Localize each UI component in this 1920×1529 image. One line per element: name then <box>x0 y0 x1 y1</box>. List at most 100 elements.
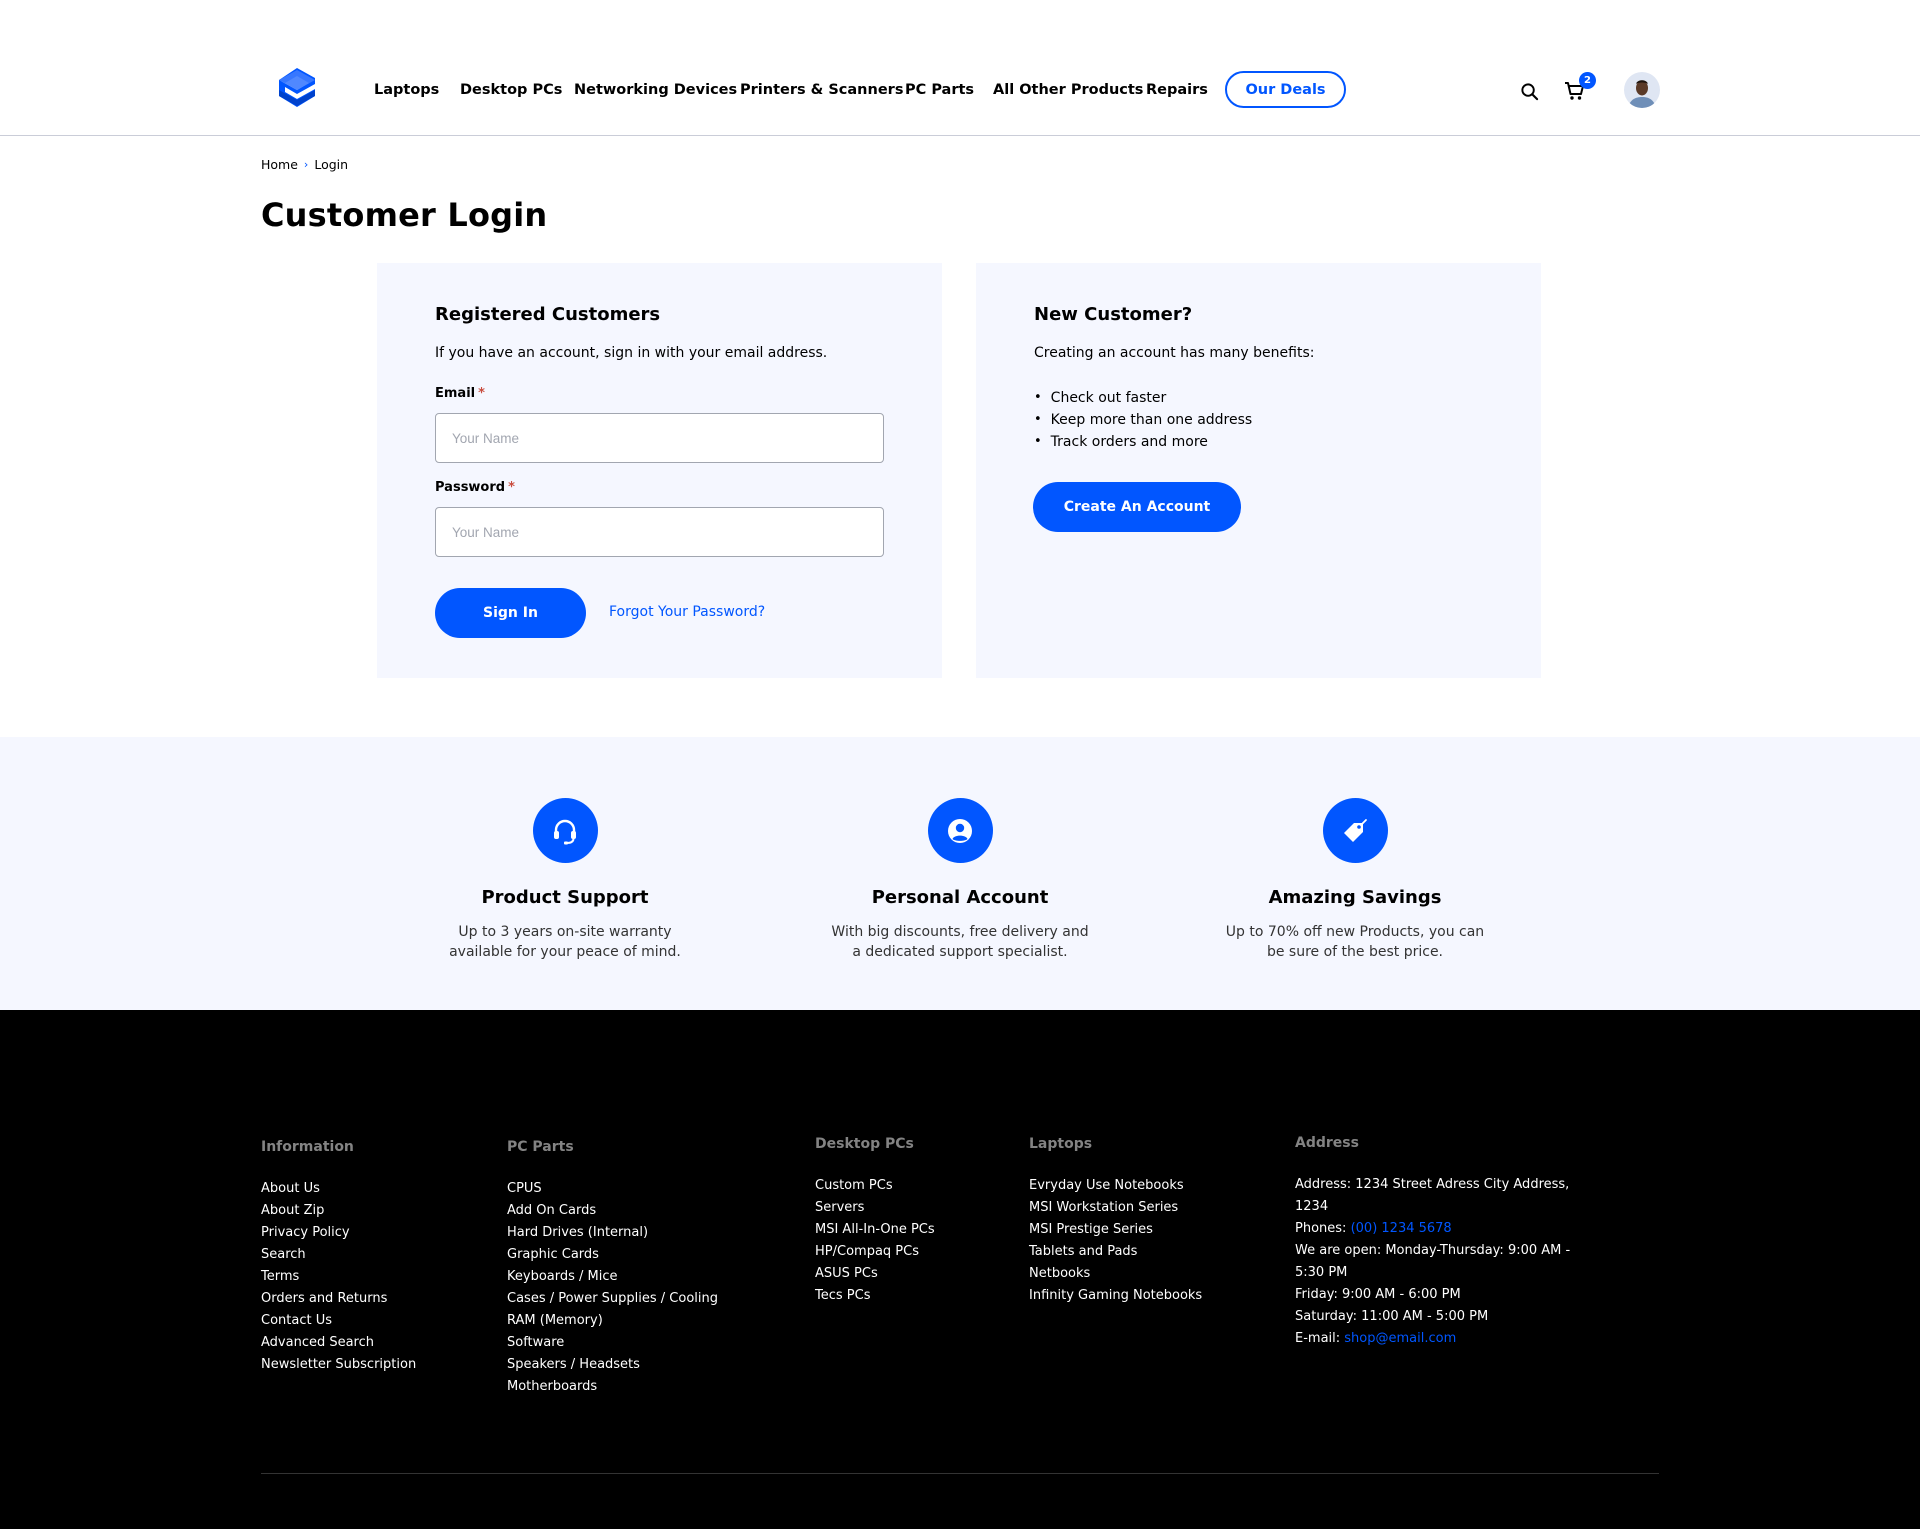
nav-all-other-products[interactable]: All Other Products <box>993 82 1143 98</box>
footer-link[interactable]: Terms <box>261 1266 416 1288</box>
footer-heading: Desktop PCs <box>815 1136 914 1152</box>
required-mark: * <box>478 386 485 401</box>
footer-pc-parts-links: CPUS Add On Cards Hard Drives (Internal)… <box>507 1178 718 1398</box>
list-item: Track orders and more <box>1034 431 1252 453</box>
footer-information-column: Information About Us About Zip Privacy P… <box>261 1139 416 1376</box>
footer-link[interactable]: Contact Us <box>261 1310 416 1332</box>
feature-description-line: Up to 3 years on-site warranty <box>458 924 672 940</box>
footer-heading: PC Parts <box>507 1139 574 1155</box>
cart-count-badge: 2 <box>1579 72 1596 89</box>
nav-laptops[interactable]: Laptops <box>374 82 439 98</box>
footer-divider <box>261 1473 1659 1474</box>
footer-link[interactable]: Add On Cards <box>507 1200 718 1222</box>
headset-icon <box>532 798 598 863</box>
footer-link[interactable]: Servers <box>815 1197 935 1219</box>
nav-pc-parts[interactable]: PC Parts <box>905 82 974 98</box>
phone-link[interactable]: (00) 1234 5678 <box>1351 1221 1452 1236</box>
sign-in-button[interactable]: Sign In <box>435 588 586 638</box>
forgot-password-link[interactable]: Forgot Your Password? <box>609 604 765 620</box>
footer-laptops-column: Laptops Evryday Use Notebooks MSI Workst… <box>1029 1136 1202 1307</box>
footer-link[interactable]: Advanced Search <box>261 1332 416 1354</box>
registered-customers-panel: Registered Customers If you have an acco… <box>377 263 942 678</box>
feature-title: Amazing Savings <box>1268 887 1442 908</box>
footer-link[interactable]: Motherboards <box>507 1376 718 1398</box>
footer-link[interactable]: Software <box>507 1332 718 1354</box>
feature-title: Personal Account <box>871 887 1049 908</box>
feature-description-line: available for your peace of mind. <box>449 944 681 960</box>
footer-link[interactable]: Privacy Policy <box>261 1222 416 1244</box>
footer-link[interactable]: About Us <box>261 1178 416 1200</box>
footer-link[interactable]: Hard Drives (Internal) <box>507 1222 718 1244</box>
footer-pc-parts-column: PC Parts CPUS Add On Cards Hard Drives (… <box>507 1139 718 1398</box>
email-line: E-mail: shop@email.com <box>1295 1328 1595 1350</box>
footer-link[interactable]: Tecs PCs <box>815 1285 935 1307</box>
user-icon <box>927 798 993 863</box>
footer-link[interactable]: ASUS PCs <box>815 1263 935 1285</box>
page-title: Customer Login <box>261 196 548 234</box>
hours-friday: Friday: 9:00 AM - 6:00 PM <box>1295 1287 1461 1302</box>
brand-logo-icon[interactable] <box>277 66 317 110</box>
nav-desktop-pcs[interactable]: Desktop PCs <box>460 82 562 98</box>
tag-icon <box>1322 798 1388 863</box>
footer-link[interactable]: Cases / Power Supplies / Cooling <box>507 1288 718 1310</box>
breadcrumb: Home › Login <box>261 157 348 172</box>
footer-link[interactable]: Speakers / Headsets <box>507 1354 718 1376</box>
address-line: Address: 1234 Street Adress City Address… <box>1295 1177 1570 1214</box>
footer-link[interactable]: CPUS <box>507 1178 718 1200</box>
footer-link[interactable]: MSI Prestige Series <box>1029 1219 1202 1241</box>
nav-printers-scanners[interactable]: Printers & Scanners <box>740 82 903 98</box>
footer-link[interactable]: Custom PCs <box>815 1175 935 1197</box>
footer-link[interactable]: MSI All-In-One PCs <box>815 1219 935 1241</box>
feature-description-line: Up to 70% off new Products, you can <box>1225 924 1485 940</box>
footer-laptops-links: Evryday Use Notebooks MSI Workstation Se… <box>1029 1175 1202 1307</box>
new-customer-panel: New Customer? Creating an account has ma… <box>976 263 1541 678</box>
password-label: Password * <box>435 480 515 495</box>
footer-link[interactable]: Search <box>261 1244 416 1266</box>
new-customer-description: Creating an account has many benefits: <box>1034 345 1315 361</box>
email-field[interactable] <box>435 413 884 463</box>
footer-information-links: About Us About Zip Privacy Policy Search… <box>261 1178 416 1376</box>
email-link[interactable]: shop@email.com <box>1344 1331 1456 1346</box>
feature-description: Up to 3 years on-site warranty available… <box>415 922 715 962</box>
feature-description-line: With big discounts, free delivery and <box>831 924 1089 940</box>
footer-link[interactable]: MSI Workstation Series <box>1029 1197 1202 1219</box>
footer-link[interactable]: Evryday Use Notebooks <box>1029 1175 1202 1197</box>
password-field[interactable] <box>435 507 884 557</box>
feature-product-support: Product Support Up to 3 years on-site wa… <box>415 798 715 962</box>
feature-description: With big discounts, free delivery and a … <box>810 922 1110 962</box>
footer-link[interactable]: Newsletter Subscription <box>261 1354 416 1376</box>
footer-link[interactable]: RAM (Memory) <box>507 1310 718 1332</box>
list-item: Keep more than one address <box>1034 409 1253 431</box>
footer-link[interactable]: Netbooks <box>1029 1263 1202 1285</box>
nav-repairs[interactable]: Repairs <box>1146 82 1208 98</box>
email-label: E-mail: <box>1295 1331 1341 1346</box>
footer-heading: Address <box>1295 1135 1359 1151</box>
footer-link[interactable]: Orders and Returns <box>261 1288 416 1310</box>
feature-description-line: be sure of the best price. <box>1266 944 1444 960</box>
footer-desktop-pcs-column: Desktop PCs Custom PCs Servers MSI All-I… <box>815 1136 935 1307</box>
footer-link[interactable]: Keyboards / Mice <box>507 1266 718 1288</box>
footer-heading: Information <box>261 1139 354 1155</box>
footer-link[interactable]: About Zip <box>261 1200 416 1222</box>
footer-link[interactable]: Graphic Cards <box>507 1244 718 1266</box>
footer-link[interactable]: Infinity Gaming Notebooks <box>1029 1285 1202 1307</box>
nav-networking-devices[interactable]: Networking Devices <box>574 82 737 98</box>
footer-link[interactable]: Tablets and Pads <box>1029 1241 1202 1263</box>
feature-personal-account: Personal Account With big discounts, fre… <box>810 798 1110 962</box>
footer-address-column: Address Address: 1234 Street Adress City… <box>1295 1135 1595 1350</box>
our-deals-button[interactable]: Our Deals <box>1225 71 1346 108</box>
breadcrumb-home[interactable]: Home <box>261 157 298 172</box>
phones-line: Phones: (00) 1234 5678 <box>1295 1218 1595 1240</box>
new-customer-title: New Customer? <box>1034 304 1193 325</box>
feature-description-line: a dedicated support specialist. <box>852 944 1068 960</box>
benefits-list: Check out faster Keep more than one addr… <box>1034 387 1253 453</box>
search-icon[interactable] <box>1520 82 1539 101</box>
create-account-button[interactable]: Create An Account <box>1033 482 1241 532</box>
site-footer: Information About Us About Zip Privacy P… <box>0 1010 1920 1529</box>
required-mark: * <box>508 480 515 495</box>
footer-link[interactable]: HP/Compaq PCs <box>815 1241 935 1263</box>
feature-amazing-savings: Amazing Savings Up to 70% off new Produc… <box>1205 798 1505 962</box>
footer-desktop-pcs-links: Custom PCs Servers MSI All-In-One PCs HP… <box>815 1175 935 1307</box>
email-label: Email * <box>435 386 485 401</box>
user-avatar[interactable] <box>1624 72 1660 108</box>
